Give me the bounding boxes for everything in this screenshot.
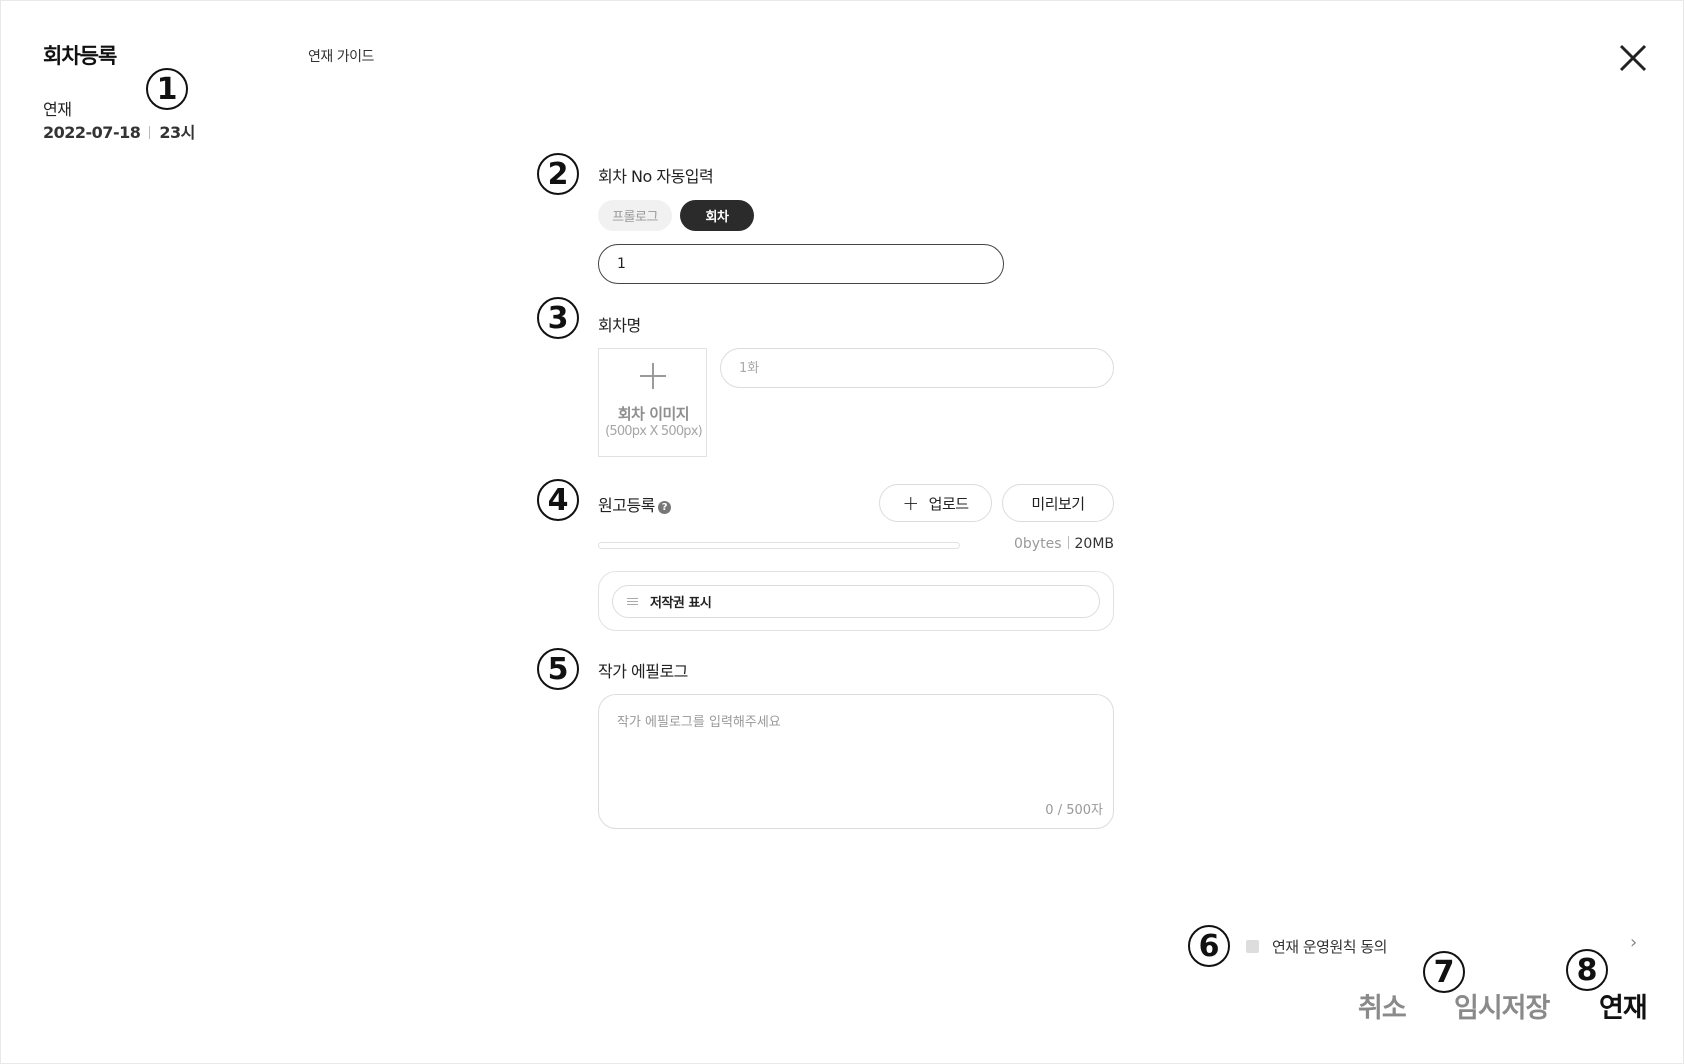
episode-no-label: 회차 No 자동입력 bbox=[598, 167, 714, 186]
plus-icon: + bbox=[902, 491, 919, 515]
upload-size-info: 0bytes 20MB bbox=[1000, 536, 1114, 552]
page-title: 회차등록 bbox=[43, 44, 117, 68]
modal-frame bbox=[0, 0, 1684, 1064]
episode-image-label: 회차 이미지 bbox=[617, 405, 690, 423]
preview-button[interactable]: 미리보기 bbox=[1002, 484, 1114, 522]
upload-label: 업로드 bbox=[928, 494, 969, 513]
step-marker-4: 4 bbox=[537, 479, 579, 521]
schedule-time: 23시 bbox=[159, 123, 195, 142]
episode-title-input[interactable] bbox=[720, 348, 1114, 388]
manuscript-label: 원고등록 bbox=[598, 496, 655, 515]
step-marker-2: 2 bbox=[537, 153, 579, 195]
manuscript-label-row: 원고등록? bbox=[598, 492, 671, 516]
divider bbox=[149, 126, 151, 139]
schedule-datetime: 2022-07-18 23시 bbox=[43, 119, 195, 143]
cancel-button[interactable]: 취소 bbox=[1358, 986, 1407, 1025]
schedule-label: 연재 bbox=[43, 100, 72, 119]
episode-no-input[interactable] bbox=[598, 244, 1004, 284]
episode-toggle[interactable]: 회차 bbox=[680, 200, 754, 231]
char-count: 0 / 500자 bbox=[1045, 803, 1103, 818]
agree-label[interactable]: 연재 운영원칙 동의 bbox=[1272, 936, 1387, 957]
size-used: 0bytes bbox=[1014, 536, 1062, 552]
publish-button[interactable]: 연재 bbox=[1599, 986, 1648, 1025]
file-name: 저작권 표시 bbox=[650, 596, 712, 611]
step-marker-3: 3 bbox=[537, 297, 579, 339]
close-icon[interactable] bbox=[1613, 38, 1653, 78]
question-icon[interactable]: ? bbox=[657, 501, 671, 514]
plus-icon bbox=[640, 363, 666, 389]
size-max: 20MB bbox=[1074, 536, 1115, 552]
upload-progress-bar bbox=[598, 542, 960, 549]
schedule-date: 2022-07-18 bbox=[43, 123, 141, 142]
epilogue-label: 작가 에필로그 bbox=[598, 662, 688, 681]
step-marker-6: 6 bbox=[1188, 925, 1230, 967]
episode-title-label: 회차명 bbox=[598, 316, 641, 335]
prologue-toggle[interactable]: 프롤로그 bbox=[598, 200, 672, 231]
episode-image-upload[interactable]: 회차 이미지 (500px X 500px) bbox=[598, 348, 707, 457]
step-marker-8: 8 bbox=[1566, 949, 1608, 991]
step-marker-1: 1 bbox=[146, 68, 188, 110]
file-list: 저작권 표시 bbox=[598, 571, 1114, 631]
save-draft-button[interactable]: 임시저장 bbox=[1454, 986, 1550, 1025]
epilogue-box: 0 / 500자 bbox=[598, 694, 1114, 829]
file-item[interactable]: 저작권 표시 bbox=[612, 585, 1100, 618]
epilogue-textarea[interactable] bbox=[617, 711, 1095, 799]
upload-button[interactable]: + 업로드 bbox=[879, 484, 992, 522]
step-marker-5: 5 bbox=[537, 648, 579, 690]
episode-image-size: (500px X 500px) bbox=[605, 424, 703, 439]
chevron-right-icon[interactable]: › bbox=[1630, 932, 1637, 953]
drag-handle-icon[interactable] bbox=[627, 597, 638, 606]
agree-checkbox[interactable] bbox=[1246, 940, 1259, 953]
serial-guide-link[interactable]: 연재 가이드 bbox=[308, 46, 374, 66]
divider bbox=[1067, 536, 1069, 549]
